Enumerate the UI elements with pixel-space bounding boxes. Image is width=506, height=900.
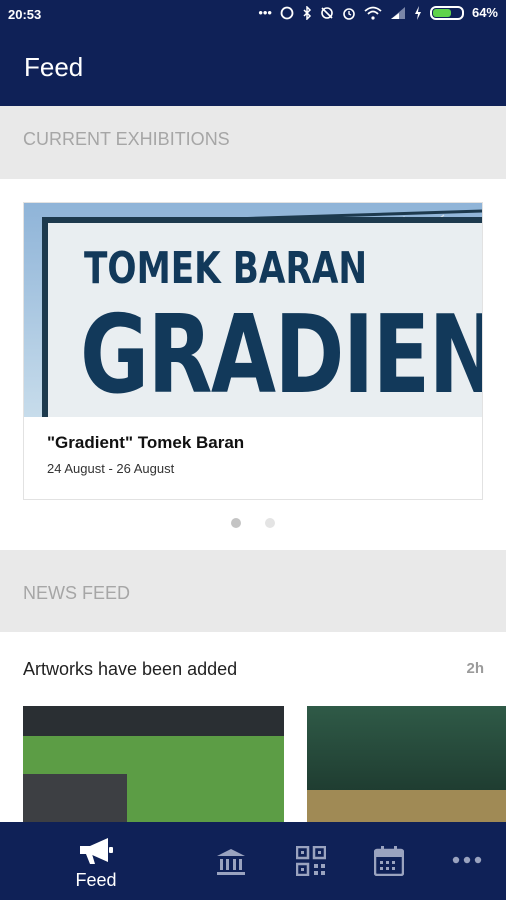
exhibition-card[interactable]: TOMEK BARAN GRADIEN "Gradient" Tomek Bar…: [23, 202, 483, 500]
artwork-dark-shape: [23, 774, 127, 824]
bluetooth-icon: [303, 5, 312, 20]
battery-icon: [429, 5, 464, 20]
pager-dot-2[interactable]: [265, 518, 275, 528]
exhibition-title: "Gradient" Tomek Baran: [47, 433, 245, 452]
sign-text-artist: TOMEK BARAN: [84, 243, 368, 294]
more-icon: [452, 856, 482, 864]
carousel-pager: [0, 518, 506, 532]
exhibition-image: TOMEK BARAN GRADIEN: [24, 203, 482, 417]
current-exhibitions-label: CURRENT EXHIBITIONS: [23, 129, 230, 149]
sync-icon: [321, 6, 333, 19]
nav-qr-code[interactable]: [276, 822, 346, 900]
artwork-green-field: [307, 706, 506, 790]
alarm-clock-icon: [343, 7, 355, 20]
status-time: 20:53: [8, 7, 42, 22]
museum-icon: [217, 849, 245, 875]
exhibition-dates: 24 August - 26 August: [47, 461, 175, 476]
artwork-thumbnail[interactable]: [307, 706, 506, 824]
pager-dot-1[interactable]: [231, 518, 241, 528]
wifi-icon: [364, 6, 382, 20]
nav-feed-label: Feed: [75, 870, 117, 890]
exhibition-sign: TOMEK BARAN GRADIEN: [42, 217, 482, 417]
qr-code-icon: [296, 846, 326, 876]
alarm-ring-icon: [280, 6, 294, 19]
megaphone-icon: [80, 838, 113, 864]
sign-text-title: GRADIEN: [80, 293, 482, 417]
news-item-title: Artworks have been added: [23, 659, 238, 679]
battery-fill: [432, 8, 451, 17]
news-feed-header: NEWS FEED: [0, 550, 506, 632]
nav-museum[interactable]: [196, 822, 266, 900]
news-item-time: 2h: [466, 660, 484, 677]
signal-icon: [390, 6, 405, 19]
nav-feed[interactable]: Feed: [56, 822, 136, 900]
more-notifications-icon: •••: [258, 5, 272, 20]
bottom-navigation: Feed: [0, 822, 506, 900]
page-title: Feed: [24, 52, 84, 82]
news-feed-label: NEWS FEED: [23, 583, 131, 603]
artwork-gold-band: [307, 790, 506, 824]
charging-icon: [414, 5, 421, 20]
nav-calendar[interactable]: [354, 822, 424, 900]
artwork-thumbnail[interactable]: [23, 706, 284, 824]
calendar-icon: [374, 846, 404, 876]
battery-percent: 64%: [471, 5, 498, 20]
nav-more[interactable]: [432, 822, 502, 900]
status-bar: 20:53 ••• 64%: [0, 0, 506, 30]
app-bar: Feed: [0, 30, 506, 106]
current-exhibitions-header: CURRENT EXHIBITIONS: [0, 106, 506, 179]
artwork-top-band: [23, 706, 284, 736]
status-icons: ••• 64%: [258, 5, 498, 20]
